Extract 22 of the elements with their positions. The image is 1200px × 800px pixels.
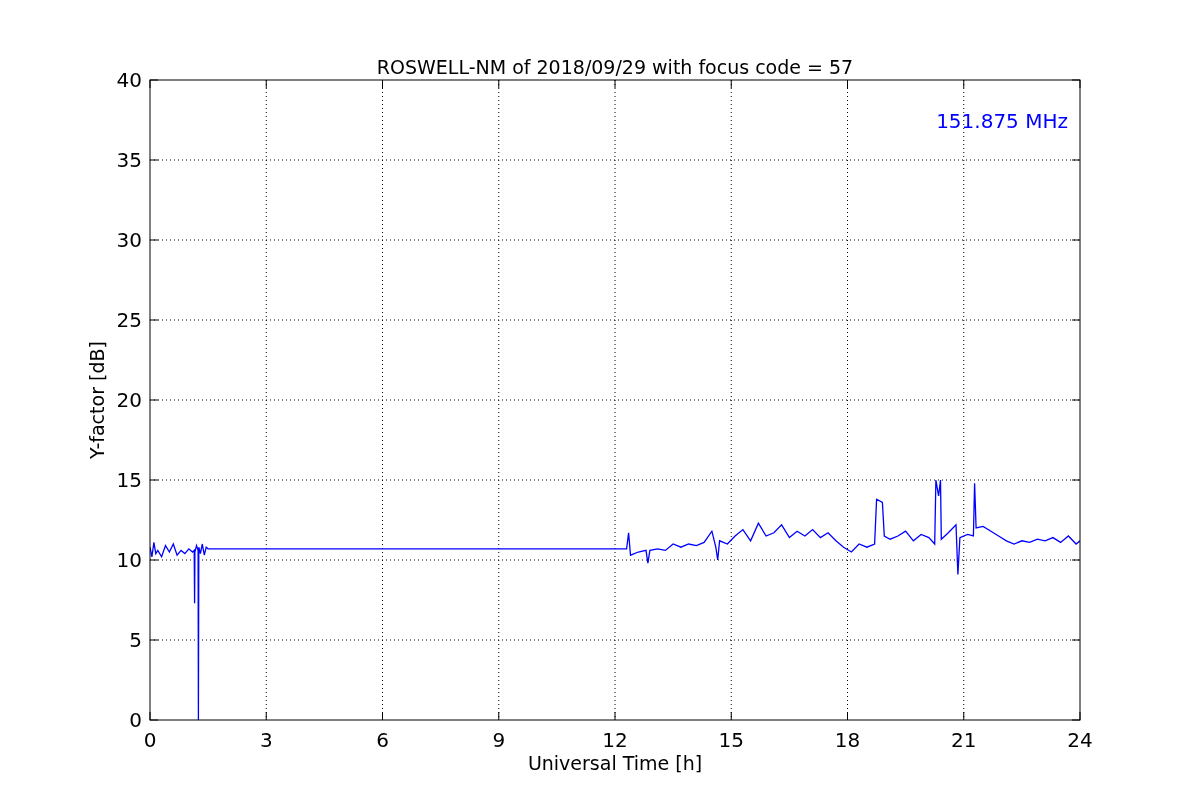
x-tick-label: 24 <box>1067 728 1093 752</box>
y-tick-label: 25 <box>116 308 142 332</box>
x-tick-label: 18 <box>834 728 861 752</box>
y-axis-label: Y-factor [dB] <box>86 341 108 459</box>
y-tick-label: 35 <box>116 148 142 172</box>
x-tick-label: 9 <box>492 728 506 752</box>
y-tick-label: 0 <box>129 708 142 732</box>
x-tick-label: 15 <box>718 728 744 752</box>
y-tick-label: 40 <box>116 68 142 92</box>
series-label: 151.875 MHz <box>936 109 1068 133</box>
y-tick-label: 10 <box>116 548 142 572</box>
x-tick-label: 3 <box>259 728 273 752</box>
y-tick-label: 30 <box>116 228 142 252</box>
x-axis-label: Universal Time [h] <box>527 752 703 774</box>
chart-title: ROSWELL-NM of 2018/09/29 with focus code = 57 <box>376 56 854 78</box>
x-tick-label: 12 <box>602 728 628 752</box>
x-tick-label: 0 <box>143 728 157 752</box>
x-tick-label: 21 <box>951 728 977 752</box>
y-tick-label: 20 <box>116 388 142 412</box>
y-tick-label: 15 <box>116 468 142 492</box>
y-tick-label: 5 <box>129 628 142 652</box>
x-tick-label: 6 <box>376 728 389 752</box>
